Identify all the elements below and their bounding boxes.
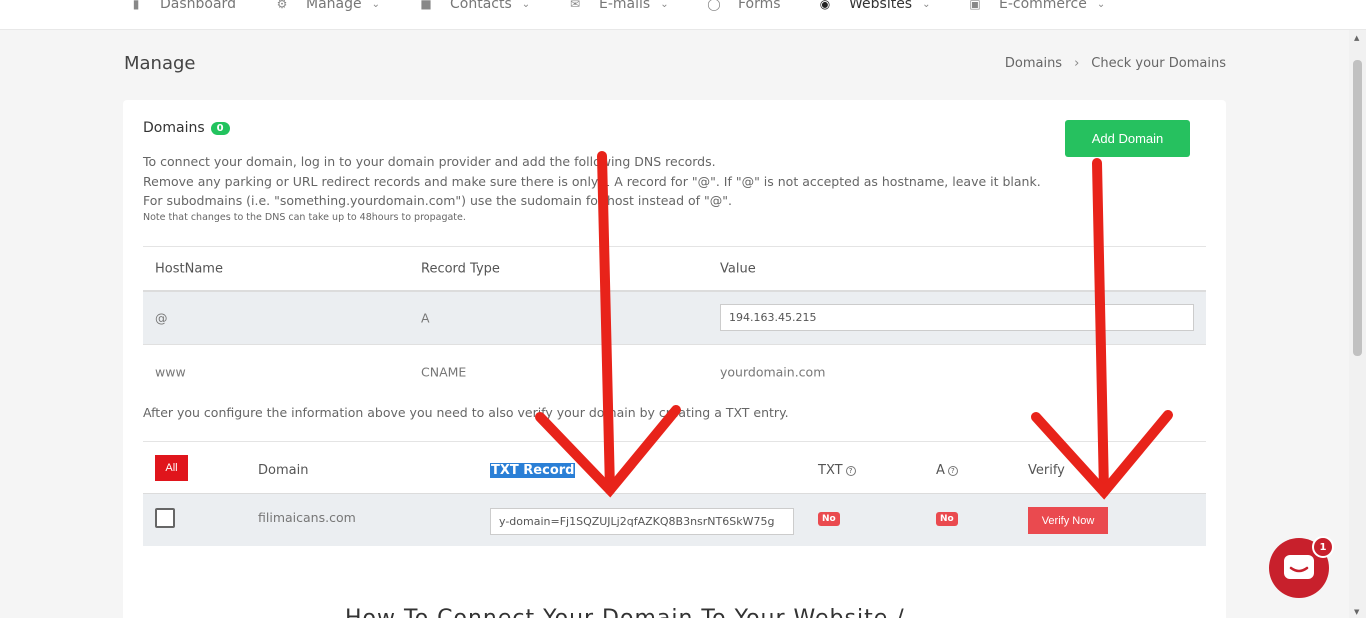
scroll-up-icon[interactable]: ▲ xyxy=(1354,34,1359,42)
annotation-arrow-shaft xyxy=(1092,158,1109,497)
chat-notification-badge: 1 xyxy=(1312,536,1334,558)
annotation-arrows xyxy=(535,151,1173,500)
scrollbar-thumb[interactable] xyxy=(1353,60,1362,356)
annotation-arrow-shaft xyxy=(597,151,615,495)
scroll-down-icon[interactable]: ▼ xyxy=(1354,608,1359,616)
page-scrollbar[interactable]: ▲ ▼ xyxy=(1349,30,1366,618)
chat-icon xyxy=(1284,555,1314,579)
